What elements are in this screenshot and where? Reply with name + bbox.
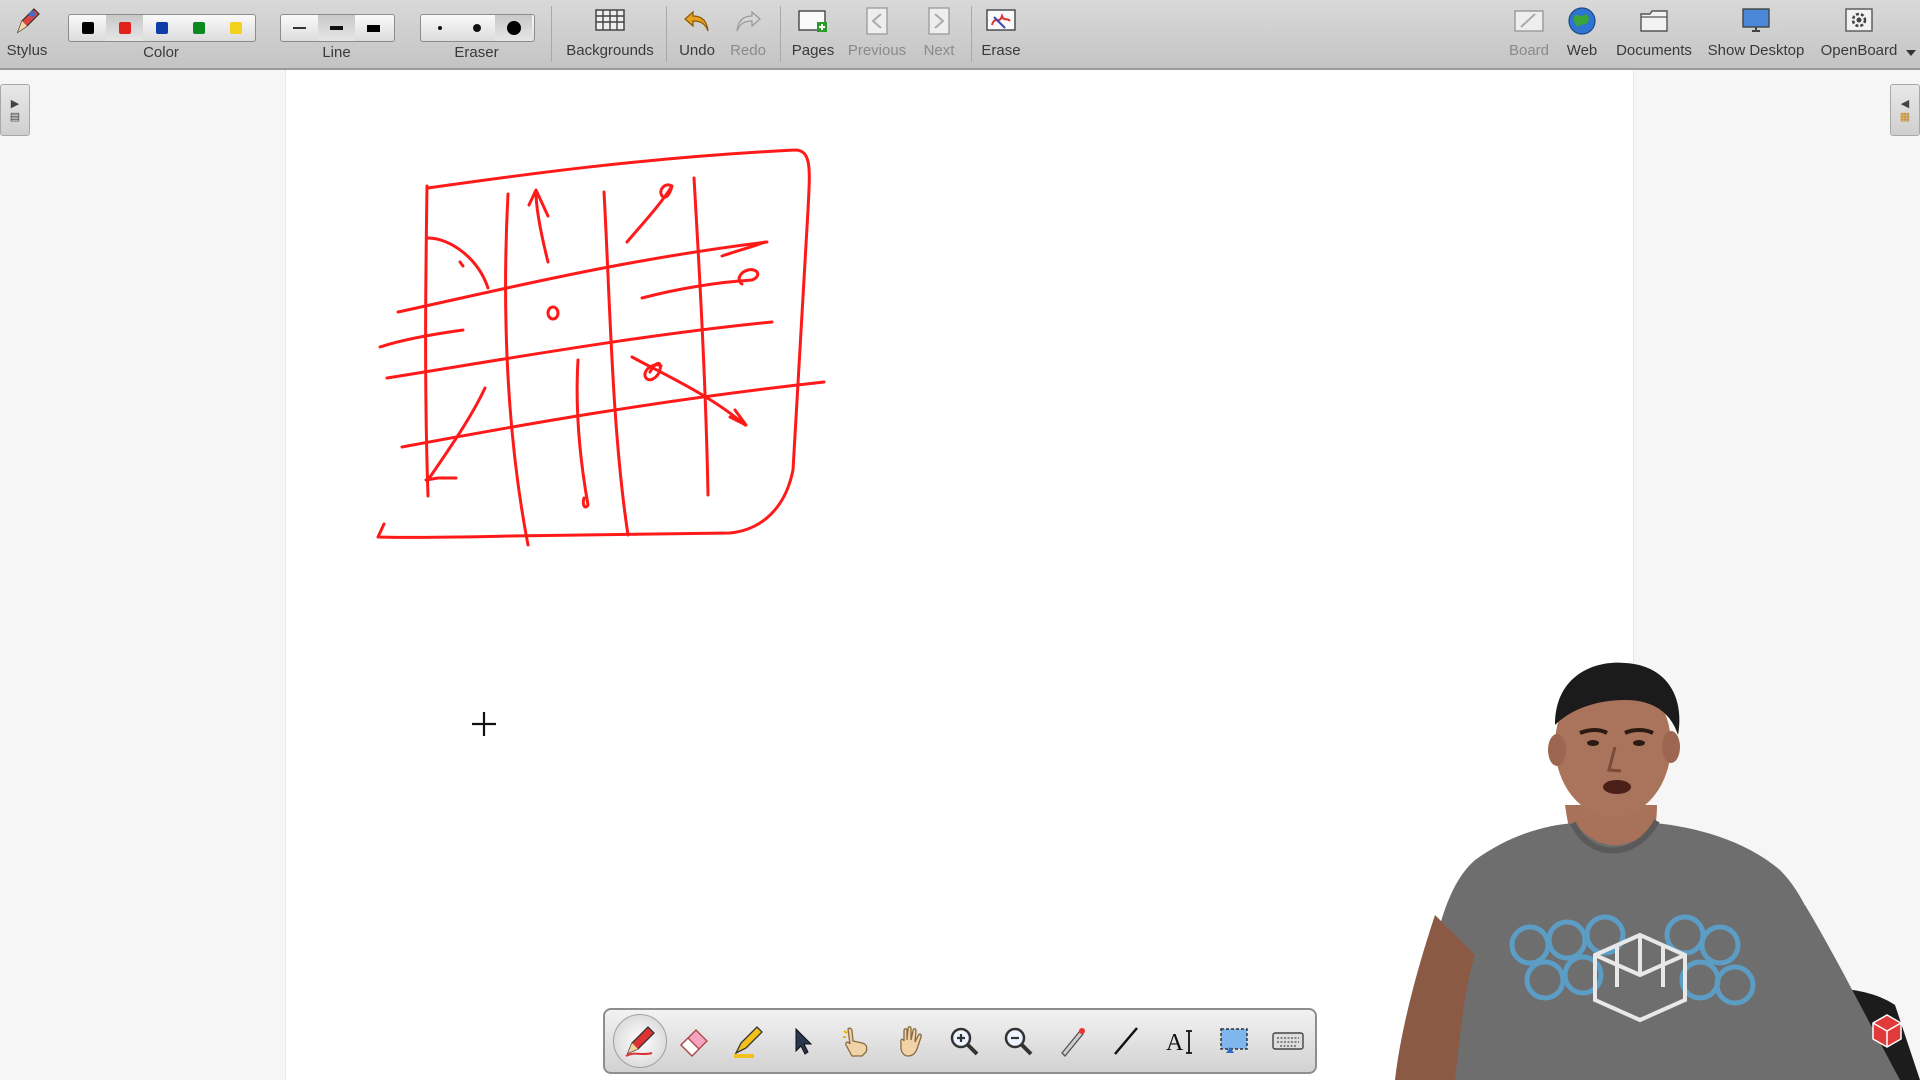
ink-stroke	[504, 192, 530, 547]
keyboard-icon	[1272, 1032, 1304, 1050]
ink-stroke	[527, 188, 550, 264]
pen-tool-button[interactable]	[613, 1014, 667, 1068]
ink-stroke	[458, 260, 465, 268]
laser-pointer-tool-button[interactable]	[1045, 1014, 1099, 1068]
crosshair-cursor-icon	[472, 712, 496, 736]
keyboard-tool-button[interactable]	[1261, 1014, 1315, 1068]
ink-stroke	[385, 320, 774, 380]
zoom-out-icon	[1004, 1027, 1033, 1056]
marker-tool-button[interactable]	[721, 1014, 775, 1068]
selector-tool-button[interactable]	[775, 1014, 829, 1068]
svg-text:A: A	[1166, 1030, 1184, 1056]
hand-tool-button[interactable]	[883, 1014, 937, 1068]
ink-stroke	[575, 358, 590, 509]
ink-stroke	[625, 183, 674, 244]
eraser-tool-button[interactable]	[667, 1014, 721, 1068]
zoom-in-tool-button[interactable]	[937, 1014, 991, 1068]
ink-stroke	[546, 305, 560, 321]
ink-stroke	[378, 328, 465, 349]
capture-tool-button[interactable]	[1207, 1014, 1261, 1068]
play-tool-button[interactable]	[829, 1014, 883, 1068]
presenter-webcam-overlay	[1395, 662, 1920, 1080]
laser-pointer-icon	[1061, 1028, 1085, 1057]
line-tool-button[interactable]	[1099, 1014, 1153, 1068]
ink-stroke	[426, 236, 490, 290]
hand-icon	[900, 1026, 922, 1057]
eraser-icon	[680, 1029, 708, 1057]
line-icon	[1114, 1027, 1138, 1055]
ink-stroke	[424, 184, 430, 498]
channel-logo-icon	[1872, 1014, 1902, 1048]
arrow-pointer-icon	[795, 1027, 813, 1055]
text-icon: A	[1166, 1030, 1192, 1056]
zoom-out-tool-button[interactable]	[991, 1014, 1045, 1068]
zoom-in-icon	[950, 1027, 979, 1056]
marker-icon	[734, 1026, 763, 1058]
ink-stroke	[602, 190, 630, 537]
capture-icon	[1220, 1028, 1248, 1053]
pen-icon	[625, 1026, 655, 1057]
ink-stroke	[692, 176, 710, 497]
floating-tool-palette: A	[603, 1008, 1317, 1074]
ink-stroke	[396, 240, 769, 314]
pointing-hand-icon	[843, 1027, 868, 1057]
text-tool-button[interactable]: A	[1153, 1014, 1207, 1068]
